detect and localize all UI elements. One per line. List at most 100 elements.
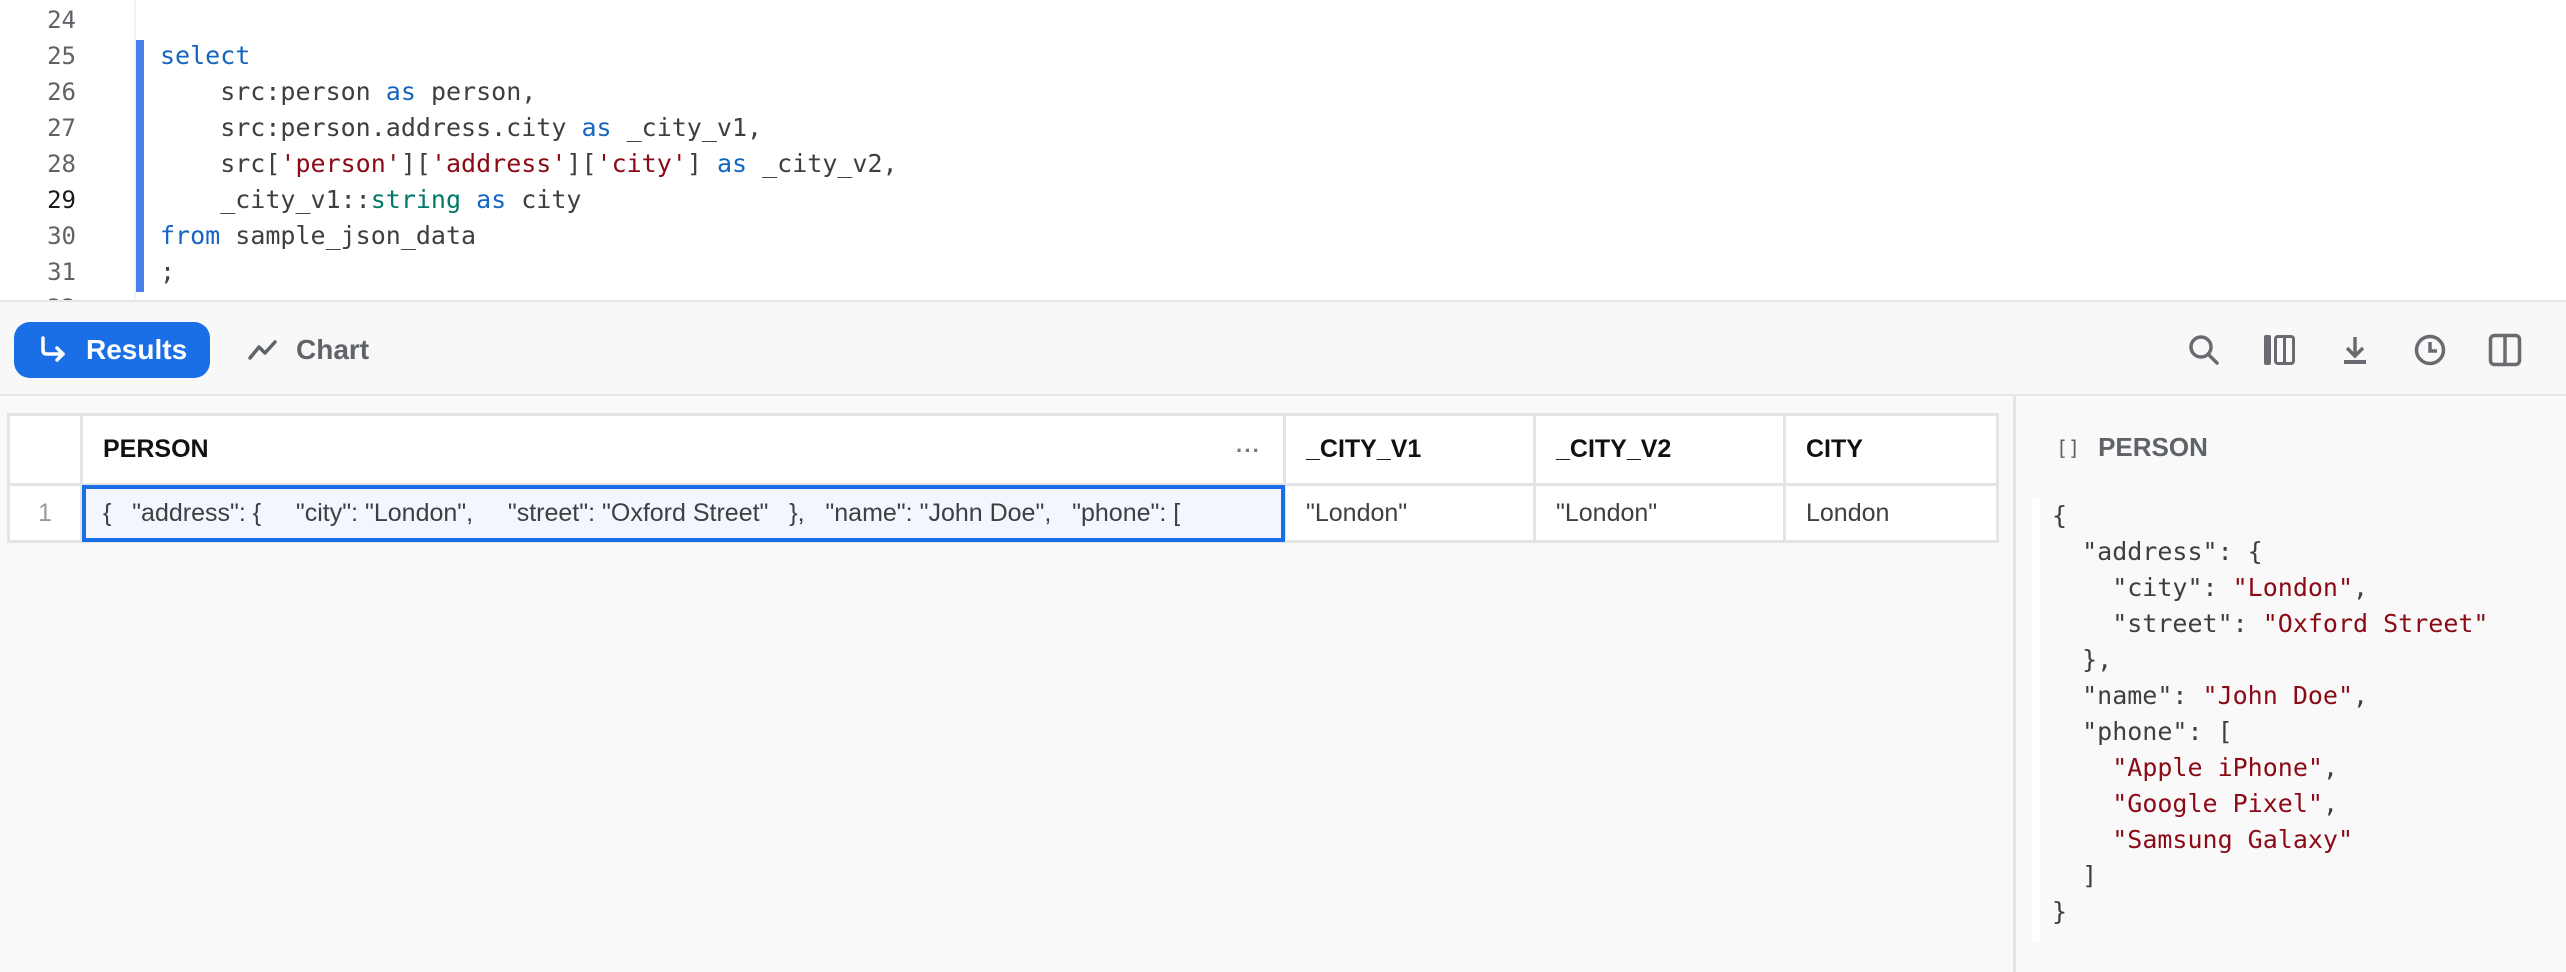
sql-keyword: as: [716, 149, 748, 178]
code-line[interactable]: _city_v1::string as city: [160, 182, 581, 218]
sql-string: 'city': [596, 149, 687, 178]
line-number: 32: [30, 290, 76, 300]
code-token: ;: [160, 257, 176, 286]
json-line: }: [2040, 894, 2566, 930]
code-token: _city_v2,: [747, 149, 898, 178]
code-token: ][: [566, 149, 597, 178]
table-header-row: PERSON ··· _CITY_V1 _CITY_V2 CITY: [7, 413, 1999, 486]
cell-person[interactable]: { "address": { "city": "London", "street…: [80, 483, 1286, 543]
column-header-person[interactable]: PERSON ···: [80, 413, 1286, 486]
json-line: ]: [2040, 858, 2566, 894]
line-number: 27: [47, 114, 76, 142]
line-number: 24: [47, 6, 76, 34]
cell-city[interactable]: London: [1783, 483, 1999, 543]
code-token: city: [506, 185, 582, 214]
json-string-value: "London": [2232, 573, 2354, 602]
cell-detail-panel: [] PERSON { "address": { "city": "London…: [2016, 396, 2566, 972]
json-line: },: [2040, 642, 2566, 678]
table-row: 1 { "address": { "city": "London", "stre…: [7, 483, 1999, 543]
code-token: _city_v1::: [160, 185, 371, 214]
json-string-value: "Google Pixel": [2112, 789, 2323, 818]
panel-header: [] PERSON: [2056, 432, 2208, 463]
json-token: "phone": [: [2052, 717, 2233, 746]
json-line: "Samsung Galaxy": [2040, 822, 2566, 858]
cell-city-v2[interactable]: "London": [1533, 483, 1786, 543]
download-icon[interactable]: [2337, 332, 2373, 368]
json-string-value: "Oxford Street": [2262, 609, 2489, 638]
sql-editor[interactable]: 24 25 26 27 28 29 30 31 32 select src:person as …: [0, 0, 2566, 300]
results-grid-area: PERSON ··· _CITY_V1 _CITY_V2 CITY 1 { "a…: [0, 396, 2015, 972]
panel-title: PERSON: [2098, 432, 2208, 462]
code-line[interactable]: src:person.address.city as _city_v1,: [160, 110, 762, 146]
results-toolbar: Results Chart: [0, 300, 2566, 396]
sql-type: string: [370, 185, 462, 214]
json-line: "address": {: [2040, 534, 2566, 570]
json-line: "name": "John Doe",: [2040, 678, 2566, 714]
column-header-label: PERSON: [103, 435, 209, 463]
json-token: ,: [2322, 753, 2338, 782]
json-token: ,: [2353, 573, 2369, 602]
json-token: {: [2052, 501, 2068, 530]
line-number: 31: [47, 258, 76, 286]
json-token: ]: [2052, 861, 2098, 890]
json-token: "address": {: [2052, 537, 2263, 566]
split-panel-icon[interactable]: [2487, 332, 2523, 368]
line-number: 30: [47, 222, 76, 250]
tab-chart[interactable]: Chart: [248, 322, 369, 378]
tab-results[interactable]: Results: [14, 322, 210, 378]
code-token: src:person: [160, 77, 386, 106]
chart-line-icon: [248, 340, 277, 360]
search-icon[interactable]: [2186, 332, 2222, 368]
code-token: sample_json_data: [220, 221, 477, 250]
sql-keyword: as: [581, 113, 612, 142]
sql-string: 'person': [280, 149, 401, 178]
line-number-gutter: 24 25 26 27 28 29 30 31 32: [0, 0, 134, 300]
code-line[interactable]: src:person as person,: [160, 74, 536, 110]
json-token: ,: [2322, 789, 2338, 818]
code-token: _city_v1,: [611, 113, 763, 142]
json-line: "city": "London",: [2040, 570, 2566, 606]
json-token: "city":: [2052, 573, 2233, 602]
line-number: 25: [47, 42, 76, 70]
statement-highlight-bar: [136, 40, 144, 292]
line-number: 26: [47, 78, 76, 106]
column-header-city-v2[interactable]: _CITY_V2: [1533, 413, 1786, 486]
tab-chart-label: Chart: [296, 334, 370, 365]
json-token: }: [2052, 897, 2068, 926]
results-table: PERSON ··· _CITY_V1 _CITY_V2 CITY 1 { "a…: [7, 413, 1999, 543]
line-number: 28: [47, 150, 76, 178]
sql-keyword: from: [160, 221, 221, 250]
json-line: "phone": [: [2040, 714, 2566, 750]
row-number-header: [7, 413, 83, 486]
code-token: src[: [160, 149, 281, 178]
cell-city-v1[interactable]: "London": [1283, 483, 1536, 543]
array-type-icon: []: [2056, 435, 2081, 460]
code-token: src:person.address.city: [160, 113, 582, 142]
json-string-value: "John Doe": [2202, 681, 2354, 710]
code-line[interactable]: from sample_json_data: [160, 218, 476, 254]
json-string-value: "Apple iPhone": [2112, 753, 2323, 782]
json-viewer[interactable]: { "address": { "city": "London", "street…: [2032, 498, 2566, 942]
sql-string: 'address': [430, 149, 567, 178]
json-line: "street": "Oxford Street": [2040, 606, 2566, 642]
column-menu-icon[interactable]: ···: [1236, 438, 1261, 464]
history-icon[interactable]: [2412, 332, 2448, 368]
code-token: ][: [400, 149, 431, 178]
code-line[interactable]: src['person']['address']['city'] as _cit…: [160, 146, 898, 182]
tab-results-label: Results: [86, 334, 188, 365]
column-header-city-v1[interactable]: _CITY_V1: [1283, 413, 1536, 486]
code-line[interactable]: select: [160, 38, 250, 74]
column-header-city[interactable]: CITY: [1783, 413, 1999, 486]
row-number: 1: [7, 483, 83, 543]
code-line[interactable]: ;: [160, 254, 175, 290]
columns-icon[interactable]: [2261, 332, 2297, 368]
json-token: "name":: [2052, 681, 2203, 710]
json-line: {: [2040, 498, 2566, 534]
json-line: "Google Pixel",: [2040, 786, 2566, 822]
json-token: "street":: [2052, 609, 2263, 638]
json-string-value: "Samsung Galaxy": [2112, 825, 2354, 854]
